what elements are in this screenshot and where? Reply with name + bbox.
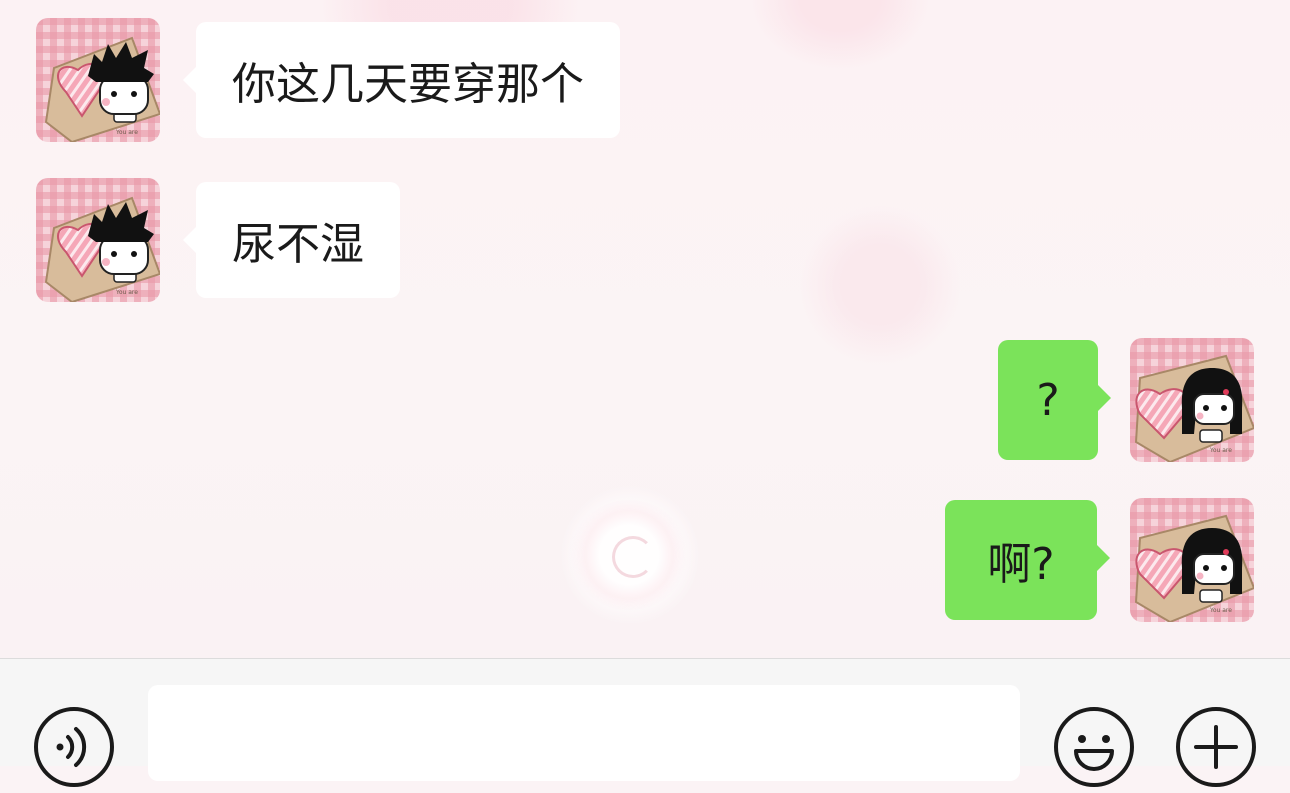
message-input[interactable] [148,685,1020,781]
received-message-bubble[interactable]: 你这几天要穿那个 [183,22,620,138]
received-message-bubble[interactable]: 尿不湿 [183,182,400,298]
boy-holding-heart-avatar[interactable]: You are [36,178,160,302]
boy-holding-heart-avatar[interactable]: You are [36,18,160,142]
svg-text:You are: You are [1209,607,1232,614]
svg-text:You are: You are [115,129,138,136]
voice-icon[interactable] [32,705,116,789]
message-text: 你这几天要穿那个 [232,59,584,110]
message-text: 尿不湿 [232,219,364,270]
svg-text:You are: You are [1209,447,1232,454]
chat-message-area[interactable]: You are 你这几天要穿那个 You are 尿不湿 ? You are 啊… [0,0,1290,658]
girl-holding-heart-avatar[interactable]: You are [1130,338,1254,462]
emoji-icon[interactable] [1052,705,1136,789]
sent-message-bubble[interactable]: ? [998,340,1111,460]
message-text: 啊? [987,539,1055,590]
svg-text:You are: You are [115,289,138,296]
message-input-bar [0,658,1290,787]
plus-icon[interactable] [1174,705,1258,789]
wallpaper-flower-decoration [570,500,688,610]
message-text: ? [1036,374,1060,426]
sent-message-bubble[interactable]: 啊? [945,500,1110,620]
girl-holding-heart-avatar[interactable]: You are [1130,498,1254,622]
